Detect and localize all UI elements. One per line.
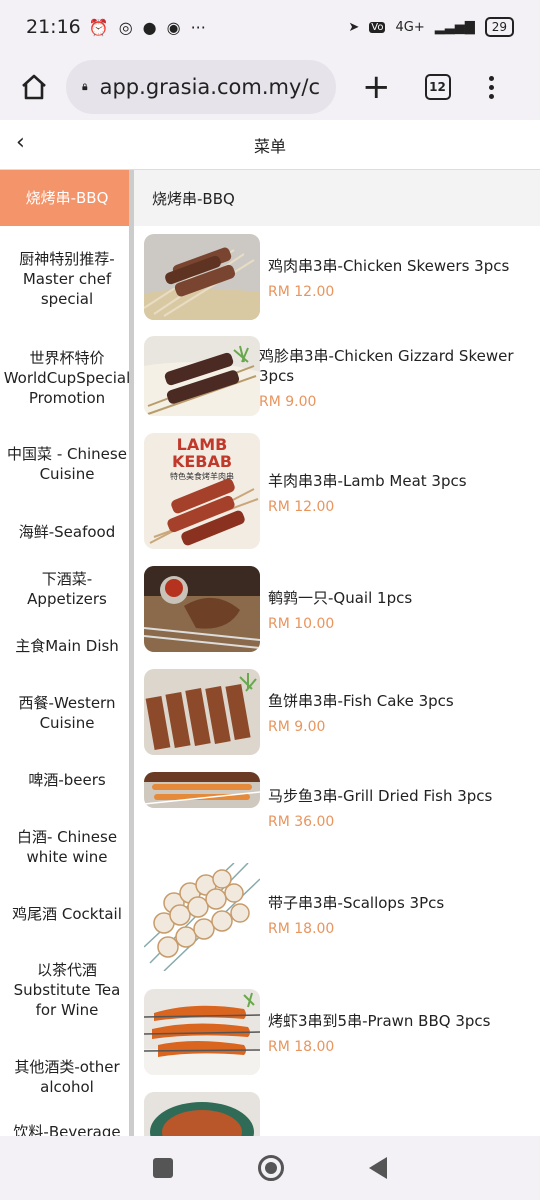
product-name: 鹌鹑一只-Quail 1pcs	[268, 589, 413, 607]
recent-apps-button[interactable]	[152, 1158, 173, 1178]
product-name: 带子串3串-Scallops 3Pcs	[268, 894, 445, 912]
product-name: 羊肉串3串-Lamb Meat 3pcs	[268, 472, 467, 490]
product-item[interactable]: 鹌鹑一只-Quail 1pcs RM 10.00	[134, 566, 540, 652]
alarm-icon: ⏰	[88, 17, 109, 37]
home-nav-button[interactable]	[257, 1155, 284, 1181]
category-item-other-alcohol[interactable]: 其他酒类-other alcohol	[0, 1038, 129, 1116]
product-image: LAMB KEBAB 特色美食烤羊肉串	[144, 433, 260, 549]
product-item[interactable]: 鸡胗串3串-Chicken Gizzard Skewer 3pcs RM 9.0…	[134, 336, 540, 416]
home-icon	[22, 74, 46, 100]
url-text: app.grasia.com.my/c	[99, 75, 320, 99]
category-item-tea[interactable]: 以茶代酒 Substitute Tea for Wine	[0, 942, 129, 1038]
product-image	[144, 989, 260, 1075]
product-image	[144, 336, 260, 416]
product-price: RM 12.00	[268, 284, 335, 300]
page-title: 菜单	[253, 136, 286, 156]
section-title: 烧烤串-BBQ	[134, 170, 540, 226]
product-price: RM 9.00	[268, 719, 326, 735]
product-price: RM 10.00	[268, 616, 335, 632]
product-price: RM 18.00	[268, 1039, 335, 1055]
instagram-icon: ◎	[118, 17, 133, 37]
category-item-bbq[interactable]: 烧烤串-BBQ	[0, 170, 129, 226]
product-price: RM 36.00	[268, 814, 335, 830]
category-item-white-wine[interactable]: 白酒- Chinese white wine	[0, 808, 129, 886]
product-name: 鸡胗串3串-Chicken Gizzard Skewer 3pcs	[259, 347, 514, 385]
back-icon[interactable]: ‹	[16, 130, 25, 155]
category-sidebar[interactable]: 烧烤串-BBQ 厨神特别推荐-Master chef special 世界杯特价…	[0, 170, 134, 1136]
product-image	[144, 772, 260, 808]
product-price: RM 9.00	[259, 394, 317, 410]
product-item[interactable]: 鸡肉串3串-Chicken Skewers 3pcs RM 12.00	[134, 234, 540, 320]
product-item[interactable]: 烤虾3串到5串-Prawn BBQ 3pcs RM 18.00	[134, 989, 540, 1075]
category-item-seafood[interactable]: 海鲜-Seafood	[0, 504, 129, 560]
more-notifications: ···	[190, 17, 206, 37]
clock: 21:16	[26, 16, 81, 38]
network-label: 4G+	[395, 19, 425, 35]
product-item[interactable]	[134, 1092, 540, 1136]
product-image	[144, 234, 260, 320]
product-item[interactable]: LAMB KEBAB 特色美食烤羊肉串 羊肉串3串-Lamb Meat 3pcs…	[134, 433, 540, 549]
browser-toolbar: app.grasia.com.my/c + 12	[0, 54, 540, 120]
address-bar[interactable]: app.grasia.com.my/c	[66, 60, 336, 114]
page-header: ‹ 菜单	[0, 120, 540, 170]
product-image	[144, 863, 260, 971]
category-item-worldcup[interactable]: 世界杯特价 WorldCupSpecial Promotion	[0, 332, 129, 424]
home-button[interactable]	[14, 67, 54, 107]
product-item[interactable]: 带子串3串-Scallops 3Pcs RM 18.00	[134, 863, 540, 971]
category-item-master-chef[interactable]: 厨神特别推荐-Master chef special	[0, 226, 129, 332]
product-name: 鸡肉串3串-Chicken Skewers 3pcs	[268, 257, 510, 275]
product-name: 烤虾3串到5串-Prawn BBQ 3pcs	[268, 1012, 491, 1030]
category-item-beers[interactable]: 啤酒-beers	[0, 752, 129, 808]
lock-icon	[82, 83, 88, 91]
category-item-chinese[interactable]: 中国菜 - Chinese Cuisine	[0, 424, 129, 504]
product-list[interactable]: 烧烤串-BBQ 鸡肉串3串-Chicken Skewers 3pcs RM 12…	[134, 170, 540, 1136]
product-name: 鱼饼串3串-Fish Cake 3pcs	[268, 692, 454, 710]
product-image	[144, 566, 260, 652]
volte-icon: Vo	[369, 21, 386, 33]
category-item-main-dish[interactable]: 主食Main Dish	[0, 618, 129, 674]
wechat-icon: ◉	[166, 17, 181, 37]
facebook-icon: ●	[142, 17, 157, 37]
category-item-western[interactable]: 西餐-Western Cuisine	[0, 674, 129, 752]
more-menu-button[interactable]	[488, 75, 494, 99]
category-item-beverage[interactable]: 饮料-Beverage	[0, 1116, 129, 1136]
product-item[interactable]: 马步鱼3串-Grill Dried Fish 3pcs RM 36.00	[134, 772, 540, 830]
image-text-subtitle: 特色美食烤羊肉串	[170, 471, 234, 481]
product-price: RM 18.00	[268, 921, 335, 937]
status-bar: 21:16 ⏰ ◎ ● ◉ ··· ➤ Vo 4G+ ▂▃▅▇ 29	[0, 0, 540, 54]
tab-switcher-button[interactable]: 12	[424, 74, 451, 100]
battery-icon: 29	[484, 17, 514, 37]
product-name: 马步鱼3串-Grill Dried Fish 3pcs	[268, 787, 493, 805]
category-item-appetizers[interactable]: 下酒菜-Appetizers	[0, 560, 129, 618]
product-price: RM 12.00	[268, 499, 335, 515]
product-image	[144, 669, 260, 755]
system-nav-bar	[0, 1136, 540, 1200]
image-text-kebab: KEBAB	[172, 452, 232, 471]
product-image	[144, 1092, 260, 1136]
signal-icon: ▂▃▅▇	[434, 19, 475, 35]
back-nav-button[interactable]	[369, 1157, 388, 1179]
category-item-cocktail[interactable]: 鸡尾酒 Cocktail	[0, 886, 129, 942]
product-item[interactable]: 鱼饼串3串-Fish Cake 3pcs RM 9.00	[134, 669, 540, 755]
new-tab-button[interactable]: +	[362, 70, 391, 104]
location-icon: ➤	[348, 19, 360, 35]
